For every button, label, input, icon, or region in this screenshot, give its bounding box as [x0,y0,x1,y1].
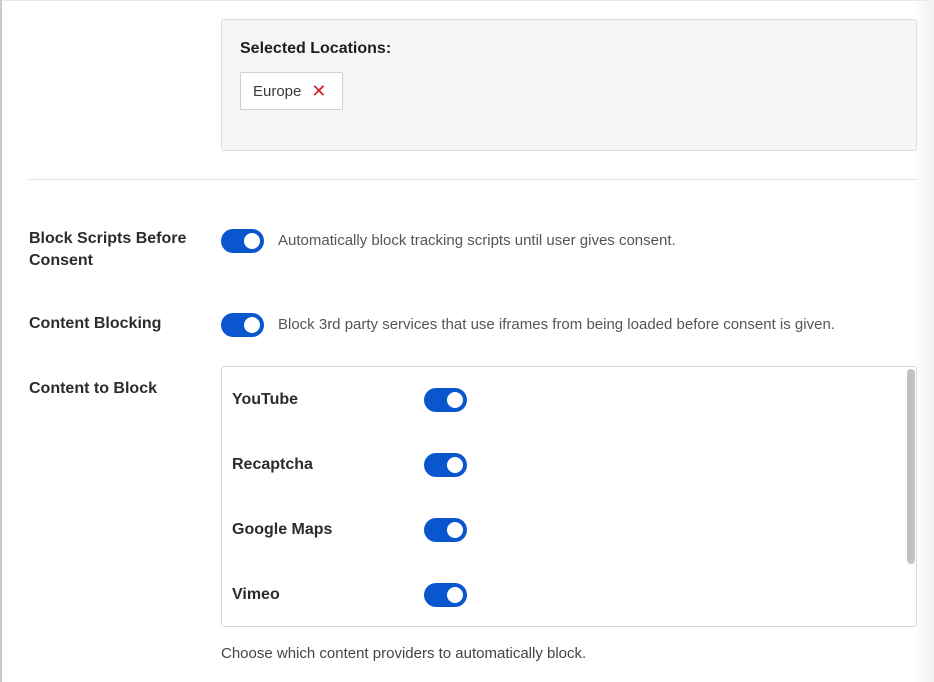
top-border [2,0,934,1]
content-to-block-help: Choose which content providers to automa… [221,645,587,662]
content-to-block-label: Content to Block [29,380,157,397]
provider-label-recaptcha: Recaptcha [232,456,313,473]
selected-locations-panel: Selected Locations: Europe ✕ [221,19,917,151]
toggle-knob [447,587,463,603]
close-icon[interactable]: ✕ [311,82,326,100]
block-scripts-toggle[interactable] [221,229,264,253]
provider-toggle-youtube[interactable] [424,388,467,412]
toggle-knob [447,457,463,473]
toggle-knob [244,317,260,333]
right-edge-shadow [912,0,934,682]
content-blocking-description: Block 3rd party services that use iframe… [278,316,835,333]
section-divider [29,179,917,180]
location-tag-label: Europe [253,82,302,100]
provider-label-vimeo: Vimeo [232,586,280,603]
provider-label-google-maps: Google Maps [232,521,333,538]
toggle-knob [447,392,463,408]
provider-toggle-recaptcha[interactable] [424,453,467,477]
settings-page: Selected Locations: Europe ✕ Block Scrip… [0,0,934,682]
provider-label-youtube: YouTube [232,391,299,408]
content-providers-list[interactable]: YouTube Recaptcha Google Maps Vimeo [221,366,917,627]
block-scripts-label: Block Scripts Before Consent [29,230,187,269]
content-blocking-toggle[interactable] [221,313,264,337]
block-scripts-description: Automatically block tracking scripts unt… [278,232,676,249]
toggle-knob [244,233,260,249]
selected-locations-title: Selected Locations: [240,40,392,57]
provider-toggle-google-maps[interactable] [424,518,467,542]
content-blocking-label: Content Blocking [29,315,162,332]
toggle-knob [447,522,463,538]
provider-toggle-vimeo[interactable] [424,583,467,607]
location-tag-europe: Europe ✕ [240,72,344,110]
